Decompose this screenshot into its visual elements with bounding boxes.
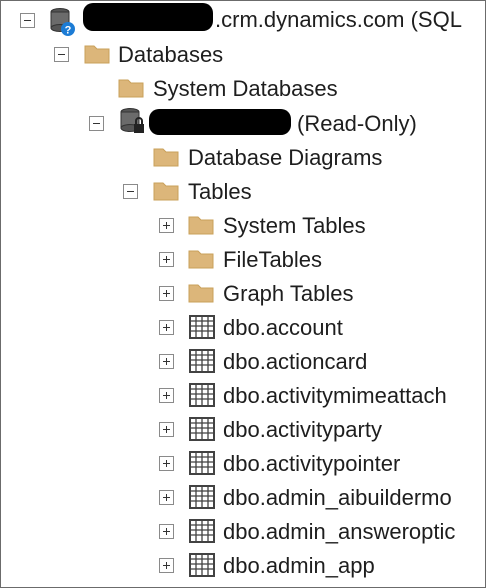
table-icon <box>189 451 215 481</box>
expand-table-toggle[interactable] <box>159 456 174 471</box>
filetables-node-label[interactable]: FileTables <box>223 243 322 277</box>
expand-table-toggle[interactable] <box>159 354 174 369</box>
folder-icon <box>84 44 110 70</box>
redacted-database-name <box>149 109 291 135</box>
folder-icon <box>188 283 214 309</box>
table-node-label[interactable]: dbo.activitymimeattach <box>223 379 447 413</box>
system-tables-node-label[interactable]: System Tables <box>223 209 366 243</box>
table-icon <box>189 485 215 515</box>
table-node-label[interactable]: dbo.account <box>223 311 343 345</box>
table-node-label[interactable]: dbo.activityparty <box>223 413 382 447</box>
table-icon <box>189 553 215 583</box>
collapse-tables-toggle[interactable] <box>123 184 138 199</box>
redacted-server-name <box>83 3 213 31</box>
collapse-server-toggle[interactable] <box>20 13 35 28</box>
folder-icon <box>188 215 214 241</box>
table-node-label[interactable]: dbo.admin_answeroptic <box>223 515 455 549</box>
table-node-label[interactable]: dbo.actioncard <box>223 345 367 379</box>
database-diagrams-node-label[interactable]: Database Diagrams <box>188 141 382 175</box>
tables-node-label[interactable]: Tables <box>188 175 252 209</box>
expand-table-toggle[interactable] <box>159 490 174 505</box>
expand-graph-tables-toggle[interactable] <box>159 286 174 301</box>
table-icon <box>189 519 215 549</box>
folder-icon <box>118 78 144 104</box>
expand-table-toggle[interactable] <box>159 558 174 573</box>
databases-node-label[interactable]: Databases <box>118 38 223 72</box>
system-databases-node-label[interactable]: System Databases <box>153 72 338 106</box>
table-icon <box>189 383 215 413</box>
table-icon <box>189 349 215 379</box>
folder-icon <box>153 147 179 173</box>
object-explorer-tree: ? .crm.dynamics.com (SQL Databases Syste… <box>0 0 486 588</box>
table-node-label[interactable]: dbo.activitypointer <box>223 447 400 481</box>
collapse-databases-toggle[interactable] <box>54 47 69 62</box>
database-readonly-icon <box>117 107 147 137</box>
server-node-label[interactable]: .crm.dynamics.com (SQL <box>215 3 462 37</box>
expand-system-tables-toggle[interactable] <box>159 218 174 233</box>
expand-table-toggle[interactable] <box>159 524 174 539</box>
expand-filetables-toggle[interactable] <box>159 252 174 267</box>
expand-table-toggle[interactable] <box>159 388 174 403</box>
folder-icon <box>188 249 214 275</box>
table-icon <box>189 315 215 345</box>
table-icon <box>189 417 215 447</box>
server-database-icon: ? <box>47 7 79 37</box>
expand-table-toggle[interactable] <box>159 320 174 335</box>
table-node-label[interactable]: dbo.admin_aibuildermo <box>223 481 452 515</box>
expand-table-toggle[interactable] <box>159 422 174 437</box>
folder-icon <box>153 181 179 207</box>
graph-tables-node-label[interactable]: Graph Tables <box>223 277 353 311</box>
collapse-database-toggle[interactable] <box>89 116 104 131</box>
svg-text:?: ? <box>65 25 72 37</box>
database-node-label[interactable]: (Read-Only) <box>297 107 417 141</box>
table-node-label[interactable]: dbo.admin_app <box>223 549 375 583</box>
